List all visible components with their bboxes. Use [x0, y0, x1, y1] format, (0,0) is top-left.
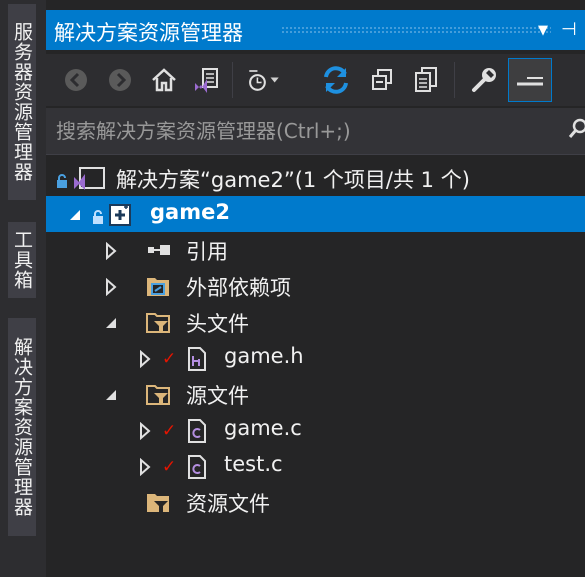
home-icon[interactable] [146, 62, 182, 98]
expanded-arrow-icon[interactable] [66, 205, 84, 223]
properties-icon[interactable] [466, 62, 502, 98]
toolbar [46, 54, 585, 106]
external-deps-folder-icon [146, 275, 169, 297]
tree-item-test-c[interactable]: ✓ test.c [46, 448, 585, 484]
solution-explorer-tab[interactable]: 解决方案资源管理器 [8, 318, 36, 536]
test-c-label: test.c [224, 452, 283, 476]
project-label: game2 [150, 200, 230, 224]
tree-item-game-c[interactable]: ✓ game.c [46, 412, 585, 448]
resource-files-label: 资源文件 [186, 492, 270, 516]
checked-in-icon: ✓ [162, 421, 177, 441]
lock-icon [92, 205, 104, 229]
tree-item-header-files[interactable]: 头文件 [46, 304, 585, 340]
collapsed-arrow-icon[interactable] [136, 457, 154, 477]
references-icon [146, 239, 170, 261]
collapsed-arrow-icon[interactable] [102, 241, 120, 261]
tree-item-resource-files[interactable]: 资源文件 [46, 484, 585, 520]
game-h-label: game.h [224, 344, 304, 368]
expanded-arrow-icon[interactable] [102, 313, 120, 331]
tree-item-solution[interactable]: 解决方案“game2”(1 个项目/共 1 个) [46, 160, 585, 196]
toolbox-tab[interactable]: 工具箱 [8, 222, 36, 298]
side-tab-strip: 服务器资源管理器 工具箱 解决方案资源管理器 [0, 0, 46, 577]
show-all-files-icon[interactable] [408, 62, 444, 98]
server-explorer-tab[interactable]: 服务器资源管理器 [8, 4, 36, 200]
sync-active-document-icon[interactable] [318, 62, 354, 98]
c-file-icon [186, 419, 208, 443]
pending-changes-filter-icon[interactable] [246, 62, 282, 98]
forward-icon[interactable] [102, 62, 138, 98]
dropdown-arrow-icon[interactable]: ▼ [538, 23, 548, 38]
external-deps-label: 外部依赖项 [186, 276, 291, 300]
solution-icon [72, 167, 106, 190]
panel-title-bar: 解决方案资源管理器 ▼ ⊣ [46, 10, 585, 50]
c-file-icon [186, 455, 208, 479]
back-icon[interactable] [58, 62, 94, 98]
expanded-arrow-icon[interactable] [102, 385, 120, 403]
tree-item-game-h[interactable]: ✓ game.h [46, 340, 585, 376]
collapse-all-icon[interactable] [364, 62, 400, 98]
search-icon[interactable] [568, 118, 585, 144]
filter-folder-icon [146, 311, 170, 333]
tree-item-project[interactable]: game2 [46, 196, 585, 232]
collapsed-arrow-icon[interactable] [136, 421, 154, 441]
checked-in-icon: ✓ [162, 457, 177, 477]
vs-switch-view-icon[interactable] [188, 62, 224, 98]
panel-title: 解决方案资源管理器 [54, 21, 243, 45]
game-c-label: game.c [224, 416, 302, 440]
pin-icon[interactable]: ⊣ [561, 19, 577, 40]
toolbar-separator [454, 62, 455, 98]
drag-grip[interactable] [281, 26, 551, 34]
collapsed-arrow-icon[interactable] [136, 349, 154, 369]
filter-folder-icon [146, 491, 169, 513]
checked-in-icon: ✓ [162, 349, 177, 369]
solution-label: 解决方案“game2”(1 个项目/共 1 个) [116, 168, 470, 192]
tree-item-references[interactable]: 引用 [46, 232, 585, 268]
toolbar-separator [232, 62, 233, 98]
lock-icon [56, 169, 68, 193]
preview-selected-icon[interactable] [508, 58, 552, 102]
header-files-label: 头文件 [186, 312, 249, 336]
filter-folder-icon [146, 383, 170, 405]
source-files-label: 源文件 [186, 384, 249, 408]
tree-item-external-deps[interactable]: 外部依赖项 [46, 268, 585, 304]
solution-explorer-panel: 解决方案资源管理器 ▼ ⊣ 搜索解决方案资源管理器(Ctrl+;) 解决方案“g… [46, 0, 585, 577]
collapsed-arrow-icon[interactable] [102, 277, 120, 297]
tree-item-source-files[interactable]: 源文件 [46, 376, 585, 412]
cpp-project-icon [108, 203, 136, 226]
header-file-icon [186, 347, 208, 371]
references-label: 引用 [186, 240, 228, 264]
search-bar [46, 108, 585, 155]
search-input[interactable] [54, 116, 558, 146]
